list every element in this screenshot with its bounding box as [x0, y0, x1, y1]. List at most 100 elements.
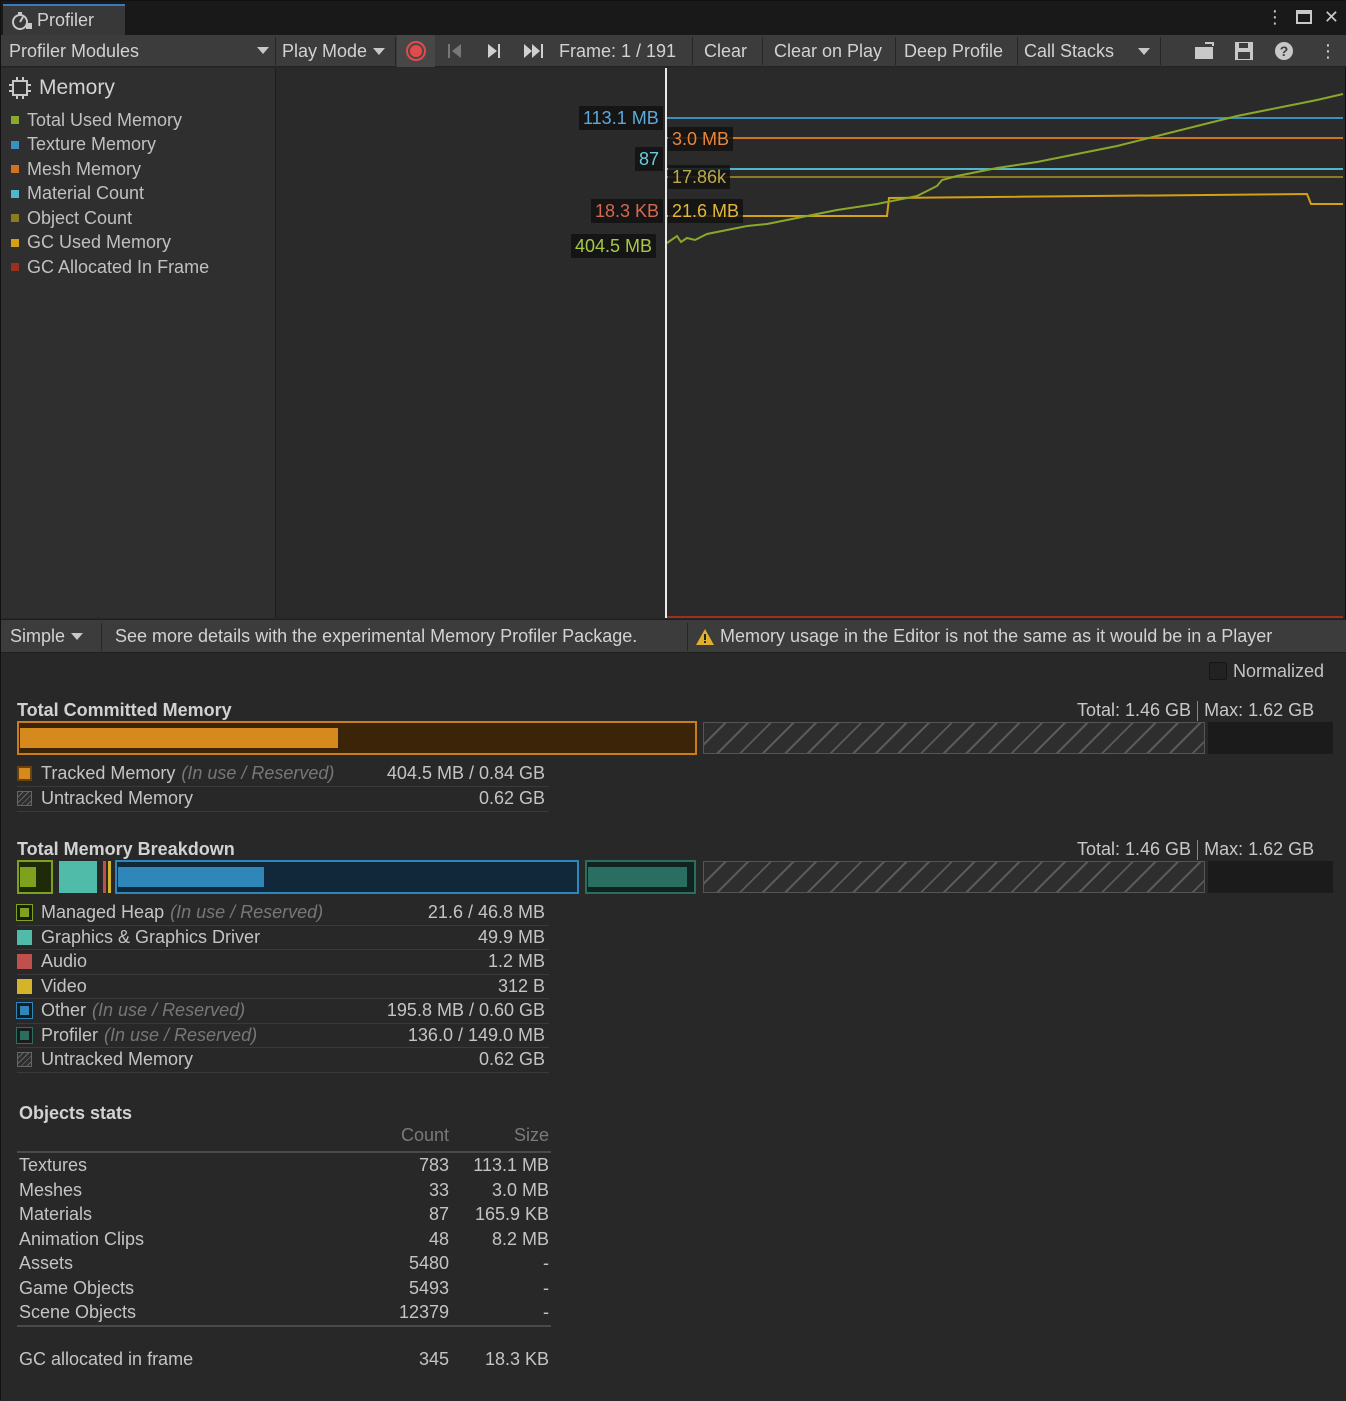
tracked-memory-value: 404.5 MB / 0.84 GB	[386, 763, 545, 784]
breakdown-row: Graphics & Graphics Driver 49.9 MB	[17, 926, 549, 950]
objects-size-cell: -	[543, 1302, 549, 1322]
chevron-down-icon	[373, 47, 386, 55]
editor-warning: Memory usage in the Editor is not the sa…	[695, 620, 1272, 653]
legend-item[interactable]: Material Count	[11, 182, 209, 207]
gc-allocated-row: GC allocated in frame 345 18.3 KB	[19, 1349, 551, 1374]
next-frame-button[interactable]	[484, 35, 504, 67]
toolbar: Profiler Modules Play Mode Frame: 1 / 19…	[1, 35, 1346, 67]
clear-button[interactable]: Clear	[704, 35, 747, 67]
chevron-down-icon	[71, 633, 84, 640]
objects-stats-title: Objects stats	[19, 1103, 133, 1123]
record-button[interactable]	[397, 35, 435, 67]
breakdown-row: Managed Heap (In use / Reserved) 21.6 / 46…	[16, 901, 549, 926]
step-first-icon	[448, 44, 461, 58]
objects-name-cell: Assets	[19, 1253, 74, 1273]
load-button[interactable]	[1193, 35, 1217, 67]
breakdown-swatch	[16, 904, 33, 922]
tracked-memory-bar[interactable]	[17, 721, 697, 755]
other-bar[interactable]	[115, 860, 579, 894]
breakdown-totals: Total: 1.46 GB Max: 1.62 GB	[1077, 839, 1314, 861]
objects-name-cell: Animation Clips	[19, 1228, 145, 1249]
legend-item[interactable]: Mesh Memory	[11, 157, 209, 182]
maximize-icon[interactable]	[1295, 9, 1312, 25]
module-legend: Total Used Memory Texture Memory Mesh Memo…	[11, 108, 209, 280]
first-frame-button[interactable]	[445, 35, 465, 67]
breakdown-row: Audio 1.2 MB	[17, 950, 549, 975]
step-last-icon	[524, 44, 543, 58]
objects-size-cell: 165.9 KB	[474, 1204, 549, 1224]
kebab-menu-icon[interactable]: ⋮	[1266, 7, 1284, 28]
profiler-bar[interactable]	[585, 860, 696, 894]
legend-item[interactable]: Texture Memory	[11, 133, 209, 158]
gc-used-value: 21.6 MB	[668, 199, 744, 223]
gc-allocated-value: 18.3 KB	[591, 199, 664, 223]
breakdown-max-region	[1208, 861, 1333, 893]
legend-item[interactable]: Object Count	[11, 206, 209, 231]
memory-chart[interactable]: 113.1 MB 3.0 MB 87 17.86k 18.3 KB 21.6 M…	[277, 68, 1345, 618]
profiler-modules-dropdown[interactable]: Profiler Modules	[9, 35, 271, 67]
size-column-header: Size	[513, 1125, 549, 1145]
video-bar[interactable]	[108, 861, 111, 893]
breakdown-swatch	[17, 978, 32, 994]
objects-size-cell: -	[543, 1253, 549, 1273]
untracked-memory-label: Untracked Memory	[41, 788, 194, 809]
clear-on-play-button[interactable]: Clear on Play	[774, 35, 882, 67]
play-mode-dropdown[interactable]: Play Mode	[282, 35, 386, 67]
legend-item[interactable]: GC Used Memory	[11, 231, 209, 256]
warning-text: Memory usage in the Editor is not the sa…	[720, 626, 1273, 646]
legend-label: GC Allocated In Frame	[27, 256, 210, 277]
memory-module-header[interactable]: Memory	[9, 76, 115, 100]
close-icon[interactable]: ✕	[1324, 7, 1339, 28]
graphics-bar[interactable]	[59, 861, 97, 893]
breakdown-note: (In use / Reserved)	[104, 1024, 258, 1045]
memory-profiler-package-link[interactable]: See more details with the experimental M…	[115, 620, 637, 653]
untracked-memory-bar[interactable]	[703, 722, 1205, 754]
objects-count-cell: 87	[428, 1204, 449, 1224]
breakdown-row: Other (In use / Reserved) 195.8 MB / 0.60 …	[16, 999, 549, 1024]
legend-swatch	[11, 263, 19, 272]
profiler-in-use-fill	[588, 867, 687, 887]
objects-count-cell: 5493	[408, 1277, 449, 1298]
breakdown-note: (In use / Reserved)	[170, 902, 324, 923]
view-mode-label: Simple	[10, 626, 66, 646]
managed-heap-bar[interactable]	[17, 860, 53, 894]
normalized-label: Normalized	[1233, 661, 1325, 681]
deep-profile-button[interactable]: Deep Profile	[904, 35, 1003, 67]
legend-item[interactable]: Total Used Memory	[11, 108, 209, 133]
last-frame-button[interactable]	[522, 35, 548, 67]
breakdown-row: Profiler (In use / Reserved) 136.0 / 149.0…	[16, 1024, 549, 1048]
view-mode-dropdown[interactable]: Simple	[10, 620, 84, 653]
breakdown-untracked-bar[interactable]	[703, 861, 1205, 893]
audio-bar[interactable]	[103, 861, 106, 893]
breakdown-label: Managed Heap	[41, 902, 165, 923]
tracked-memory-swatch	[17, 766, 32, 782]
tracked-memory-note: (In use / Reserved)	[181, 763, 335, 784]
objects-row: Animation Clips 48 8.2 MB	[19, 1229, 551, 1254]
chip-icon	[9, 77, 31, 99]
breakdown-label: Audio	[41, 951, 88, 972]
legend-swatch	[11, 140, 19, 149]
legend-label: Object Count	[27, 207, 133, 228]
gc-allocated-label: GC allocated in frame	[19, 1349, 194, 1369]
texture-memory-value: 113.1 MB	[579, 106, 663, 130]
objects-row: Assets 5480 -	[19, 1253, 551, 1278]
help-button[interactable]: ?	[1274, 35, 1294, 67]
breakdown-label: Other	[41, 1000, 87, 1021]
normalized-checkbox[interactable]	[1209, 662, 1227, 680]
profiler-modules-label: Profiler Modules	[9, 40, 140, 61]
objects-row: Scene Objects 12379 -	[19, 1302, 551, 1327]
committed-max: Max: 1.62 GB	[1204, 700, 1315, 720]
objects-count-cell: 783	[418, 1155, 449, 1175]
warning-icon	[696, 628, 714, 645]
breakdown-value: 195.8 MB / 0.60 GB	[386, 1000, 545, 1021]
call-stacks-dropdown[interactable]	[1131, 35, 1157, 67]
breakdown-label: Video	[41, 975, 87, 996]
legend-item[interactable]: GC Allocated In Frame	[11, 255, 209, 280]
save-button[interactable]	[1234, 35, 1254, 67]
more-options-icon[interactable]: ⋮	[1319, 35, 1337, 67]
material-count-value: 87	[635, 147, 664, 171]
chevron-down-icon	[1138, 47, 1150, 55]
tab-title: Profiler	[37, 10, 95, 30]
call-stacks-button[interactable]: Call Stacks	[1024, 35, 1114, 67]
profiler-tab[interactable]: Profiler	[3, 4, 125, 35]
